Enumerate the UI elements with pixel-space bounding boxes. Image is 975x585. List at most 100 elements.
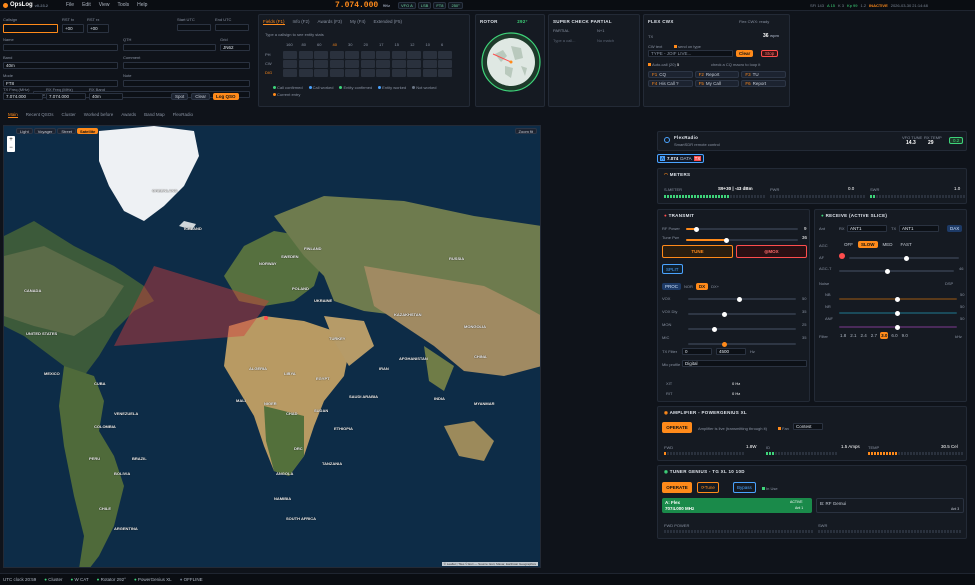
menu-file[interactable]: File: [66, 2, 74, 8]
tab-cluster[interactable]: Cluster: [62, 112, 76, 117]
band-cell[interactable]: [298, 60, 313, 68]
rst-tx-input[interactable]: +00: [62, 24, 84, 33]
tuner-bypass-button[interactable]: Bypass: [733, 482, 756, 493]
tab-awards-main[interactable]: Awards: [121, 112, 136, 117]
filter-2-7[interactable]: 2.7: [870, 332, 878, 339]
menu-edit[interactable]: Edit: [82, 2, 91, 8]
band-cell[interactable]: [391, 51, 406, 59]
proc-dx[interactable]: DX: [695, 283, 709, 290]
log-qso-button[interactable]: Log QSO: [213, 93, 239, 100]
band-cell[interactable]: [391, 69, 406, 77]
cw-wpm[interactable]: 36 wpm: [763, 33, 779, 39]
filter-1-8[interactable]: 1.8: [839, 332, 847, 339]
note-input[interactable]: [123, 80, 250, 87]
tuner-operate-button[interactable]: OPERATE: [662, 482, 692, 493]
band-cell[interactable]: [376, 60, 390, 68]
band-cell[interactable]: [283, 69, 297, 77]
tuner-in-use[interactable]: In Use: [762, 486, 778, 491]
menu-help[interactable]: Help: [137, 2, 147, 8]
tab-extended[interactable]: Extended (F5): [373, 19, 402, 24]
af-slider[interactable]: [849, 255, 959, 261]
zoom-fit-button[interactable]: Zoom fit: [514, 128, 537, 134]
amp-operate-button[interactable]: OPERATE: [662, 422, 692, 433]
zoom-out-button[interactable]: −: [7, 144, 15, 152]
cw-macro-f3[interactable]: F3 TU: [741, 71, 786, 78]
tx-filter-high[interactable]: 4500: [716, 348, 746, 355]
anf-slider[interactable]: [839, 324, 957, 330]
zoom-in-button[interactable]: +: [7, 136, 15, 144]
agc-off[interactable]: OFF: [841, 241, 856, 248]
status-rotator[interactable]: ● Rotator 292°: [97, 577, 126, 582]
agc-slow[interactable]: SLOW: [858, 241, 878, 248]
tuner-tune-button[interactable]: ⟳ Tune: [697, 482, 719, 493]
tx-freq-input[interactable]: 7.074.000: [3, 93, 43, 100]
rotor-compass[interactable]: [481, 32, 541, 92]
tab-awards[interactable]: Awards (F3): [318, 19, 342, 24]
band-cell[interactable]: [407, 60, 421, 68]
grid-input[interactable]: JN62: [220, 44, 250, 51]
tab-fields[interactable]: Fields (F1): [263, 19, 285, 25]
agc-fast[interactable]: FAST: [898, 241, 915, 248]
mode-select[interactable]: FT8: [3, 80, 118, 87]
band-cell[interactable]: [407, 69, 421, 77]
tab-my[interactable]: My (F4): [350, 19, 366, 24]
band-cell[interactable]: [360, 51, 375, 59]
rst-rx-input[interactable]: +00: [87, 24, 109, 33]
tuner-port-b[interactable]: B: RF Gemui Ant 3: [816, 498, 964, 513]
qth-input[interactable]: [123, 44, 216, 51]
filter-3-0[interactable]: 3.0: [880, 332, 889, 339]
rx-band-select[interactable]: 40m: [89, 93, 123, 100]
send-on-type[interactable]: send on type: [674, 44, 701, 49]
pill-lsb[interactable]: LSB: [417, 2, 432, 9]
cw-macro-f2[interactable]: F2 Report: [694, 71, 740, 78]
cw-stop-button[interactable]: Stop: [761, 50, 779, 57]
fan-mode-select[interactable]: Contest: [793, 423, 823, 430]
end-utc-input[interactable]: [215, 24, 249, 31]
layer-light[interactable]: Light: [16, 128, 33, 134]
band-cell[interactable]: [391, 60, 406, 68]
amp-fan[interactable]: Fan: [778, 426, 789, 431]
proc-button[interactable]: PROC: [662, 283, 682, 290]
tx-vox-dly-slider[interactable]: [688, 311, 796, 317]
tuner-port-a[interactable]: A: Flex 7074.000 MHz ACTIVE Ant 1: [662, 498, 812, 513]
menu-view[interactable]: View: [99, 2, 110, 8]
rit-value[interactable]: 0 Hz: [732, 391, 740, 396]
agct-slider[interactable]: [839, 268, 954, 274]
layer-satellite[interactable]: Satellite: [77, 128, 99, 134]
tx-filter-low[interactable]: 0: [682, 348, 712, 355]
pill-heading[interactable]: 250°: [448, 2, 463, 9]
nr-slider[interactable]: [839, 310, 957, 316]
tx-ant-select[interactable]: ANT1: [899, 225, 939, 232]
band-cell[interactable]: [314, 60, 328, 68]
spot-button[interactable]: Spot: [171, 93, 189, 100]
name-input[interactable]: [3, 44, 118, 51]
filter-2-1[interactable]: 2.1: [849, 332, 857, 339]
band-select[interactable]: 40m: [3, 62, 118, 69]
nb-slider[interactable]: [839, 296, 957, 302]
clear-button[interactable]: Clear: [191, 93, 211, 100]
band-cell[interactable]: [407, 51, 421, 59]
start-utc-input[interactable]: [177, 24, 211, 31]
filter-9-0[interactable]: 9.0: [901, 332, 909, 339]
band-cell[interactable]: [422, 60, 437, 68]
layer-street[interactable]: Street: [57, 128, 77, 134]
rx-freq-input[interactable]: 7.074.000: [46, 93, 86, 100]
tx-vox-slider[interactable]: [688, 296, 796, 302]
tab-band-map[interactable]: Band Map: [144, 112, 165, 117]
status-amp[interactable]: ● PowerGenius XL: [134, 577, 172, 582]
world-map[interactable]: GREENLAND ICELAND CANADA UNITED STATES MEXIC…: [3, 125, 541, 568]
cw-macro-f5[interactable]: F5 My Call: [694, 80, 740, 87]
tab-main[interactable]: Main: [8, 112, 18, 118]
rx-ant-select[interactable]: ANT1: [847, 225, 887, 232]
cw-macro-f6[interactable]: F6 Report: [741, 80, 786, 87]
pill-vfo[interactable]: VFO A: [398, 2, 416, 9]
band-cell[interactable]: [329, 60, 344, 68]
band-cell[interactable]: [329, 69, 344, 77]
cw-macro-f4[interactable]: F4 His Call ?: [648, 80, 693, 87]
band-cell[interactable]: [329, 51, 344, 59]
band-cell[interactable]: [298, 51, 313, 59]
band-cell[interactable]: [283, 60, 297, 68]
autocall-toggle[interactable]: Auto-call (20) 5: [648, 62, 679, 67]
layer-voyager[interactable]: Voyager: [33, 128, 57, 134]
band-cell[interactable]: [360, 69, 375, 77]
